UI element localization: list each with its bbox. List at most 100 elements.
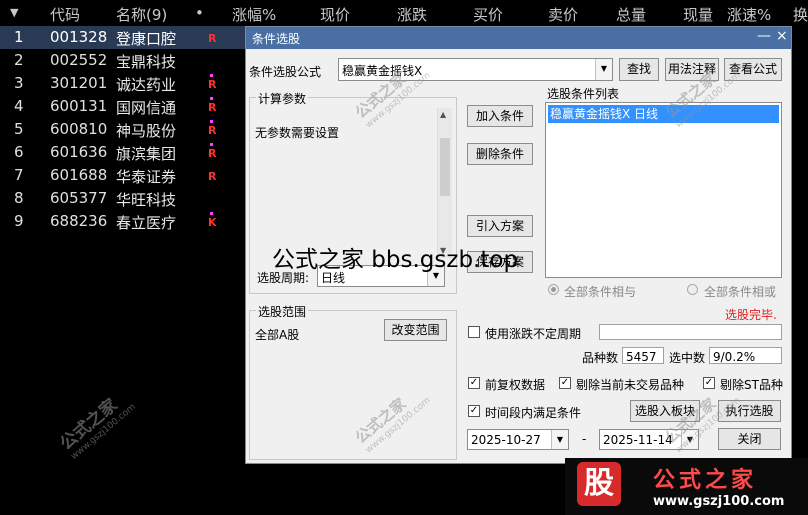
stock-code: 600131: [50, 97, 108, 115]
col-speed[interactable]: 涨速%: [727, 4, 771, 25]
params-group-title: 计算参数: [256, 90, 309, 107]
scroll-up-icon[interactable]: ▲: [440, 110, 446, 119]
logo-glyph: 股: [577, 462, 621, 506]
stock-name: 华泰证券: [116, 168, 177, 186]
time-range-checkbox[interactable]: ✓: [468, 405, 480, 417]
dialog-titlebar[interactable]: 条件选股 — ×: [246, 27, 791, 49]
formula-select[interactable]: 稳赢黄金摇钱X ▼: [338, 58, 613, 81]
no-trade-checkbox[interactable]: ✓: [559, 377, 571, 389]
col-name[interactable]: 名称(9): [116, 4, 167, 25]
find-button[interactable]: 查找: [619, 58, 659, 81]
row-index: 3: [14, 74, 24, 92]
load-plan-button[interactable]: 引入方案: [467, 215, 533, 237]
use-period-checkbox[interactable]: [468, 326, 480, 338]
col-cur-volume[interactable]: 现量: [683, 4, 713, 25]
stock-code: 605377: [50, 189, 108, 207]
watermark: 公式之家 www.gszj100.com: [53, 383, 138, 462]
stock-name: 国网信通: [116, 99, 177, 117]
marker-dot: [210, 120, 213, 123]
chevron-down-icon[interactable]: ▼: [551, 430, 568, 449]
status-badge: R: [208, 32, 217, 45]
table-row[interactable]: 7 601688 华泰证券 R: [0, 164, 245, 187]
date-from-picker[interactable]: 2025-10-27 ▼: [467, 429, 569, 450]
scroll-thumb[interactable]: [440, 138, 450, 196]
sort-arrow-icon[interactable]: ▼: [10, 6, 18, 19]
params-scrollbar[interactable]: ▲ ▼: [437, 108, 452, 258]
table-row[interactable]: 5 600810 神马股份 R: [0, 118, 245, 141]
status-badge: R: [208, 101, 217, 114]
dialog-title: 条件选股: [252, 32, 301, 46]
site-logo: 股 公式之家 www.gszj100.com: [565, 458, 808, 515]
row-index: 5: [14, 120, 24, 138]
row-index: 9: [14, 212, 24, 230]
chevron-down-icon[interactable]: ▼: [595, 59, 612, 80]
col-bid[interactable]: 买价: [473, 4, 503, 25]
table-row[interactable]: 9 688236 春立医疗 K: [0, 210, 245, 233]
status-text: 选股完毕.: [725, 308, 777, 322]
stock-code: 301201: [50, 74, 108, 92]
col-code[interactable]: 代码: [50, 4, 80, 25]
change-range-button[interactable]: 改变范围: [384, 319, 447, 341]
col-volume[interactable]: 总量: [616, 4, 646, 25]
minimize-icon[interactable]: —: [757, 28, 771, 44]
table-row[interactable]: 4 600131 国网信通 R: [0, 95, 245, 118]
row-index: 4: [14, 97, 24, 115]
table-row[interactable]: 6 601636 旗滨集团 R: [0, 141, 245, 164]
status-badge: R: [208, 147, 217, 160]
period-field[interactable]: [599, 324, 782, 340]
add-condition-button[interactable]: 加入条件: [467, 105, 533, 127]
use-period-label: 使用涨跌不定周期: [485, 327, 582, 341]
status-badge: K: [208, 216, 217, 229]
and-radio[interactable]: [548, 284, 559, 295]
stock-code: 002552: [50, 51, 108, 69]
list-header: ▼ 代码 名称(9) • 涨幅% 现价 涨跌 买价 卖价 总量 现量 涨速% 换: [0, 0, 808, 26]
adjust-label: 前复权数据: [485, 378, 546, 392]
row-index: 7: [14, 166, 24, 184]
status-badge: R: [208, 124, 217, 137]
stock-name: 诚达药业: [116, 76, 177, 94]
stock-code: 601636: [50, 143, 108, 161]
params-text: 无参数需要设置: [255, 126, 340, 140]
stock-name: 华旺科技: [116, 191, 177, 209]
close-icon[interactable]: ×: [776, 28, 788, 44]
close-button[interactable]: 关闭: [718, 428, 781, 450]
table-row[interactable]: 8 605377 华旺科技: [0, 187, 245, 210]
row-index: 1: [14, 28, 24, 46]
col-change[interactable]: 涨跌: [397, 4, 427, 25]
stock-name: 神马股份: [116, 122, 177, 140]
col-more[interactable]: 换: [793, 4, 808, 25]
status-badge: R: [208, 78, 217, 91]
marker-dot: [210, 97, 213, 100]
stock-name: 旗滨集团: [116, 145, 177, 163]
or-label: 全部条件相或: [704, 285, 777, 299]
range-group: 选股范围 全部A股 改变范围: [249, 303, 457, 460]
adjust-checkbox[interactable]: ✓: [468, 377, 480, 389]
col-change-pct[interactable]: 涨幅%: [232, 4, 276, 25]
time-range-label: 时间段内满足条件: [485, 406, 582, 420]
logo-url: www.gszj100.com: [653, 494, 785, 509]
marker-dot: [210, 143, 213, 146]
delete-condition-button[interactable]: 删除条件: [467, 143, 533, 165]
marker-dot: [210, 212, 213, 215]
range-group-title: 选股范围: [256, 303, 309, 320]
count-value: 5457: [626, 350, 657, 364]
col-ask[interactable]: 卖价: [548, 4, 578, 25]
col-price[interactable]: 现价: [320, 4, 350, 25]
and-label: 全部条件相与: [564, 285, 637, 299]
selected-value: 9/0.2%: [713, 350, 756, 364]
table-row[interactable]: 2 002552 宝鼎科技: [0, 49, 245, 72]
condition-list-label: 选股条件列表: [547, 87, 620, 101]
no-trade-label: 剔除当前未交易品种: [576, 378, 685, 392]
table-row[interactable]: 3 301201 诚达药业 R: [0, 72, 245, 95]
condition-list[interactable]: 稳赢黄金摇钱X 日线: [545, 102, 782, 278]
stock-name: 春立医疗: [116, 214, 177, 232]
count-label: 品种数: [582, 351, 619, 365]
formula-label: 条件选股公式: [249, 65, 322, 79]
row-index: 8: [14, 189, 24, 207]
table-row[interactable]: 1 001328 登康口腔 R: [0, 26, 245, 49]
col-dot: •: [195, 4, 204, 22]
logo-title: 公式之家: [653, 468, 758, 493]
row-index: 6: [14, 143, 24, 161]
selected-label: 选中数: [669, 351, 706, 365]
or-radio[interactable]: [687, 284, 698, 295]
